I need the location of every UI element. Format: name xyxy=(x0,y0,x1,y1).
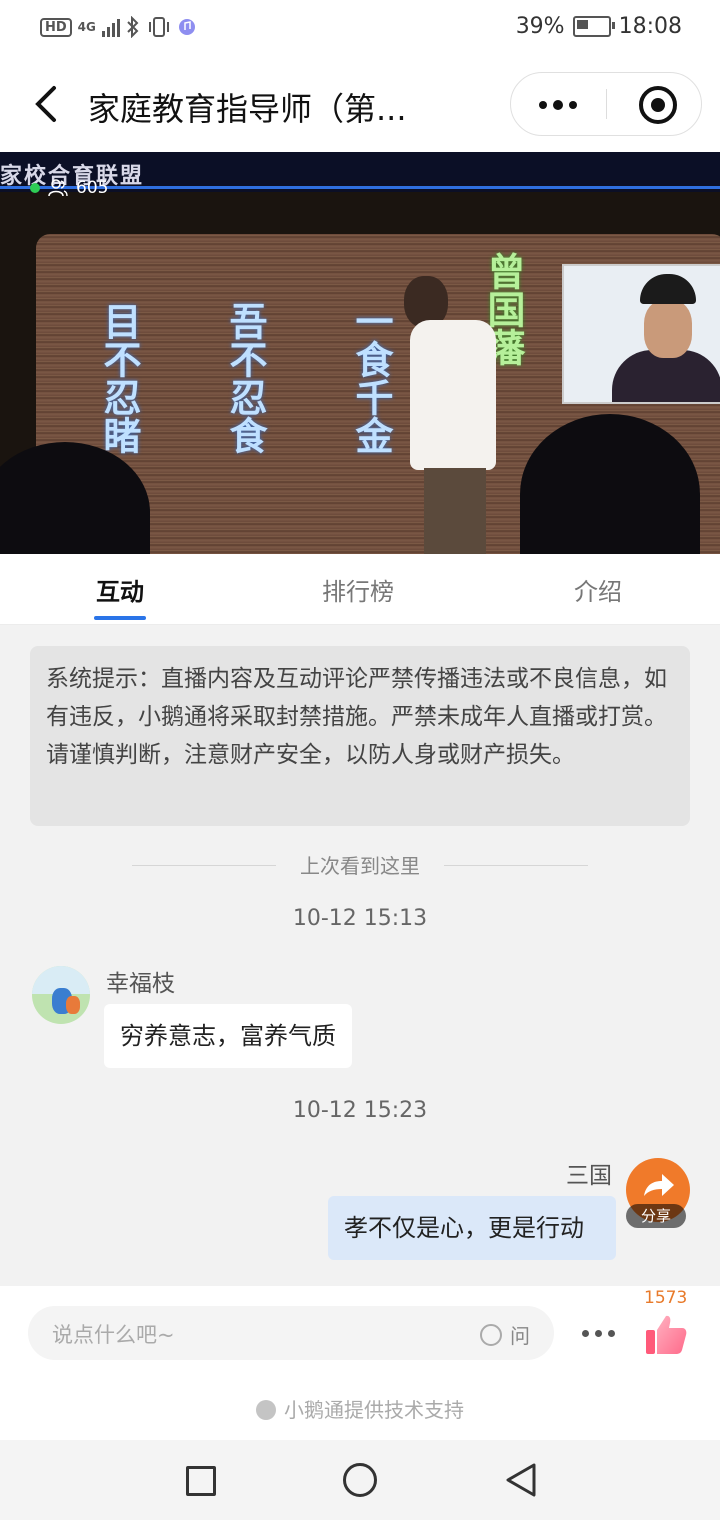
bluetooth-icon xyxy=(127,16,139,38)
tab-intro[interactable]: 介绍 xyxy=(574,572,622,607)
more-icon[interactable] xyxy=(539,100,577,110)
system-nav-bar xyxy=(0,1440,720,1520)
mini-program-capsule xyxy=(510,72,702,136)
screen-text-col-1: 目不忍睹 xyxy=(96,302,142,454)
user-icon xyxy=(48,179,68,197)
clock: 18:08 xyxy=(618,14,682,39)
ask-question-toggle[interactable]: 问 xyxy=(480,1320,530,1349)
thumbs-up-icon[interactable] xyxy=(642,1312,688,1358)
hd-badge: HD xyxy=(40,17,72,37)
home-icon[interactable] xyxy=(343,1463,377,1497)
comment-input[interactable]: 说点什么吧~ 问 xyxy=(28,1306,554,1360)
battery-icon xyxy=(572,16,615,37)
powered-by: 小鹅通提供技术支持 xyxy=(0,1394,720,1423)
status-right: 39% 18:08 xyxy=(516,14,682,39)
status-bar: HD 4G 39% 18:08 xyxy=(0,0,720,56)
title-bar: 家庭教育指导师（第... xyxy=(0,56,720,152)
ask-label: 问 xyxy=(510,1324,530,1348)
message-bubble[interactable]: 穷养意志，富养气质 xyxy=(104,1004,352,1068)
like-count: 1573 xyxy=(644,1288,688,1308)
tab-ranking[interactable]: 排行榜 xyxy=(322,572,394,607)
screen-text-col-3: 一食千金 xyxy=(348,302,394,454)
close-target-icon[interactable] xyxy=(639,86,677,124)
music-icon xyxy=(178,19,195,35)
tab-bar: 互动 排行榜 介绍 xyxy=(0,554,720,625)
last-seen-divider: 上次看到这里 xyxy=(0,848,720,882)
back-triangle-icon[interactable] xyxy=(504,1462,538,1498)
divider-line-right xyxy=(444,865,588,866)
radio-icon xyxy=(480,1323,502,1346)
share-arrow-icon xyxy=(644,1174,674,1196)
avatar[interactable] xyxy=(32,966,90,1024)
message-time: 10-12 15:23 xyxy=(292,1098,428,1123)
viewer-count: 605 xyxy=(30,178,108,198)
live-video[interactable]: 家校合育联盟 605 目不忍睹 吾不忍食 一食千金 曾国藩 xyxy=(0,152,720,554)
portrait-image xyxy=(562,264,720,404)
share-label[interactable]: 分享 xyxy=(626,1204,686,1228)
vibrate-icon xyxy=(148,17,169,37)
last-seen-label: 上次看到这里 xyxy=(300,854,420,878)
speaker-legs xyxy=(424,468,486,554)
status-left: HD 4G xyxy=(40,16,196,38)
comment-placeholder: 说点什么吧~ xyxy=(52,1323,175,1347)
screen-text: 吾不忍食 xyxy=(223,302,268,454)
live-dot xyxy=(30,183,40,193)
capsule-divider xyxy=(606,89,607,119)
page-title: 家庭教育指导师（第... xyxy=(88,90,407,128)
input-bar: 说点什么吧~ 问 1573 小鹅通提供技术支持 xyxy=(0,1286,720,1440)
recent-apps-icon[interactable] xyxy=(186,1466,216,1496)
tab-interaction[interactable]: 互动 xyxy=(96,572,144,607)
screen-text-col-2: 吾不忍食 xyxy=(222,302,268,454)
xiaoetong-logo-icon xyxy=(256,1400,276,1420)
message-username: 三国 xyxy=(566,1163,612,1189)
battery-percent: 39% xyxy=(515,14,565,39)
network-type: 4G xyxy=(77,20,96,34)
more-options-icon[interactable] xyxy=(582,1330,615,1337)
message-username: 幸福枝 xyxy=(106,971,175,997)
message-time: 10-12 15:13 xyxy=(292,906,428,931)
screen-text: 一食千金 xyxy=(349,302,394,454)
system-notice: 系统提示：直播内容及互动评论严禁传播违法或不良信息，如有违反，小鹅通将采取封禁措… xyxy=(30,646,690,826)
viewer-number: 605 xyxy=(76,178,109,198)
tab-indicator xyxy=(94,616,146,620)
speaker-body xyxy=(410,320,496,470)
signal-icon xyxy=(101,17,120,37)
powered-by-text: 小鹅通提供技术支持 xyxy=(284,1398,464,1422)
back-icon[interactable] xyxy=(28,82,68,126)
screen-text: 目不忍睹 xyxy=(97,302,142,454)
message-bubble[interactable]: 孝不仅是心，更是行动 xyxy=(328,1196,616,1260)
